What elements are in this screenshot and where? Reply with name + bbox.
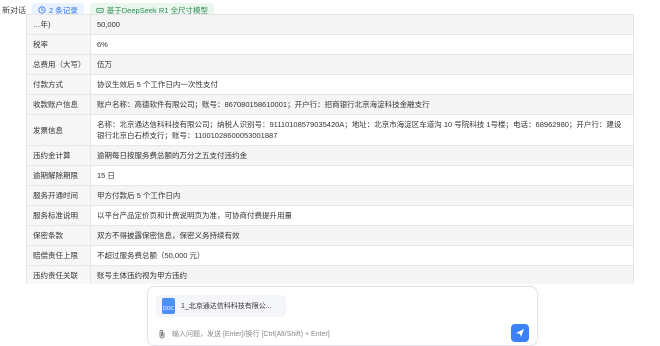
message-input[interactable]: 输入问题，发送 [Enter]/换行 [Ctrl(Alt/Shift) + En… [172,329,330,339]
table-row: 总费用（大写） 伍万 [26,54,634,75]
input-row[interactable]: 输入问题，发送 [Enter]/换行 [Ctrl(Alt/Shift) + En… [158,329,330,339]
row-key: 逾期解除期限 [26,165,91,186]
table-row: 服务标准说明 以平台产品定价页和计费说明页为准，可协商付费提升用量 [26,205,634,226]
table-row: 违约责任关联 账号主体违约视为甲方违约 [26,265,634,284]
row-value: 50,000 [90,14,634,35]
row-key: 保密条款 [26,225,91,246]
contract-table-container: …年) 50,000 税率 6% 总费用（大写） 伍万 付款方式 协议生效后 5 个工作日内一… [26,14,634,284]
row-value: 甲方付款后 5 个工作日内 [90,185,634,206]
row-value: 双方不得披露保密信息，保密义务持续有效 [90,225,634,246]
row-key: …年) [26,14,91,35]
row-key: 服务标准说明 [26,205,91,226]
table-row: 服务开通时间 甲方付款后 5 个工作日内 [26,185,634,206]
model-icon [96,8,104,13]
row-value: 账号主体违约视为甲方违约 [90,265,634,284]
table-row: …年) 50,000 [26,14,634,35]
row-key: 服务开通时间 [26,185,91,206]
row-value: 不超过服务费总额（50,000 元） [90,245,634,266]
chat-composer: DOC 1_北京通达信科科技有限公... 输入问题，发送 [Enter]/换行 … [147,286,538,346]
row-key: 收款账户信息 [26,94,91,115]
attached-file[interactable]: DOC 1_北京通达信科科技有限公... [156,295,286,317]
table-row: 违约金计算 逾期每日按服务费总额的万分之五支付违约金 [26,145,634,166]
send-icon [516,329,524,337]
row-key: 总费用（大写） [26,54,91,75]
clock-icon [38,6,46,14]
row-value: 名称：北京通达信科科技有限公司；纳税人识别号：91110108579035420… [90,114,634,146]
row-key: 付款方式 [26,74,91,95]
file-name: 1_北京通达信科科技有限公... [181,303,272,310]
row-key: 赔偿责任上限 [26,245,91,266]
row-value: 15 日 [90,165,634,186]
row-key: 发票信息 [26,114,91,146]
table-row: 逾期解除期限 15 日 [26,165,634,186]
row-value: 协议生效后 5 个工作日内一次性支付 [90,74,634,95]
table-row: 发票信息 名称：北京通达信科科技有限公司；纳税人识别号：9111010857903… [26,114,634,146]
send-button[interactable] [511,324,529,342]
row-key: 税率 [26,34,91,55]
row-value: 6% [90,34,634,55]
doc-file-icon: DOC [162,298,175,314]
row-value: 账户名称：高德软件有限公司；账号：867080158610001；开户行：招商银… [90,94,634,115]
row-value: 以平台产品定价页和计费说明页为准，可协商付费提升用量 [90,205,634,226]
row-key: 违约责任关联 [26,265,91,284]
table-row: 收款账户信息 账户名称：高德软件有限公司；账号：867080158610001；开… [26,94,634,115]
row-value: 伍万 [90,54,634,75]
table-row: 付款方式 协议生效后 5 个工作日内一次性支付 [26,74,634,95]
row-value: 逾期每日按服务费总额的万分之五支付违约金 [90,145,634,166]
row-key: 违约金计算 [26,145,91,166]
file-type-label: DOC [163,306,175,312]
table-row: 赔偿责任上限 不超过服务费总额（50,000 元） [26,245,634,266]
contract-table: …年) 50,000 税率 6% 总费用（大写） 伍万 付款方式 协议生效后 5 个工作日内一… [26,14,634,284]
table-row: 税率 6% [26,34,634,55]
attachment-icon[interactable] [158,329,166,339]
conversation-title: 新对话 [2,5,26,15]
table-row: 保密条款 双方不得披露保密信息，保密义务持续有效 [26,225,634,246]
